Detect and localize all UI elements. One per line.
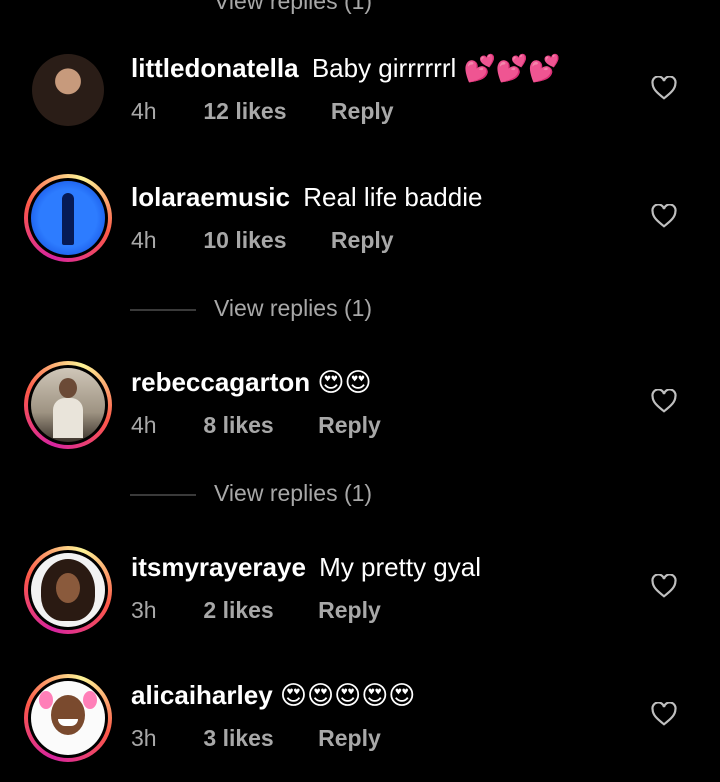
reply-button[interactable]: Reply xyxy=(318,412,381,439)
comment-item: littledonatella Baby girrrrrrl 💕💕💕 4h 12… xyxy=(0,45,720,155)
avatar-image xyxy=(31,181,105,255)
reply-button[interactable]: Reply xyxy=(331,227,394,254)
comment-likes[interactable]: 8 likes xyxy=(203,412,273,439)
comment-time: 3h xyxy=(131,725,157,751)
comment-text: Baby girrrrrrl xyxy=(311,53,457,83)
comment-likes[interactable]: 10 likes xyxy=(203,227,286,254)
comment-username[interactable]: itsmyrayeraye xyxy=(131,552,306,582)
comment-username[interactable]: alicaiharley xyxy=(131,680,273,710)
comment-text: My pretty gyal xyxy=(319,552,481,582)
comment-time: 4h xyxy=(131,412,157,438)
comment-emojis: 💕💕💕 xyxy=(463,54,561,84)
comment-item: itsmyrayeraye My pretty gyal 3h 2 likes … xyxy=(0,544,720,654)
heart-icon[interactable] xyxy=(651,204,677,228)
heart-icon[interactable] xyxy=(651,389,677,413)
heart-icon[interactable] xyxy=(651,574,677,598)
reply-button[interactable]: Reply xyxy=(318,597,381,624)
avatar-alicaiharley[interactable] xyxy=(24,674,112,762)
comment-emojis: 😍😍 xyxy=(317,368,372,398)
view-replies-link[interactable]: View replies (1) xyxy=(130,480,430,510)
heart-icon[interactable] xyxy=(651,76,677,100)
comment-meta: 4h 8 likes Reply xyxy=(131,412,381,439)
comment-line: alicaiharley 😍😍😍😍😍 xyxy=(131,680,415,711)
divider-line xyxy=(130,309,196,311)
view-replies-label: View replies (1) xyxy=(214,480,373,506)
comment-line: lolaraemusic Real life baddie xyxy=(131,182,482,213)
comment-time: 4h xyxy=(131,98,157,124)
avatar-image xyxy=(31,553,105,627)
comment-meta: 3h 2 likes Reply xyxy=(131,597,381,624)
comment-meta: 4h 10 likes Reply xyxy=(131,227,394,254)
view-replies-link[interactable]: View replies (1) xyxy=(130,295,430,325)
view-replies-label: View replies (1) xyxy=(214,295,373,321)
avatar-littledonatella[interactable] xyxy=(24,46,112,134)
comment-line: littledonatella Baby girrrrrrl 💕💕💕 xyxy=(131,53,561,84)
avatar-image xyxy=(31,368,105,442)
avatar-image xyxy=(31,681,105,755)
comment-username[interactable]: littledonatella xyxy=(131,53,299,83)
avatar-itsmyrayeraye[interactable] xyxy=(24,546,112,634)
reply-button[interactable]: Reply xyxy=(331,98,394,125)
avatar-image xyxy=(32,54,104,126)
comment-time: 4h xyxy=(131,227,157,253)
comment-time: 3h xyxy=(131,597,157,623)
reply-button[interactable]: Reply xyxy=(318,725,381,752)
comment-text: Real life baddie xyxy=(303,182,483,212)
comment-emojis: 😍😍😍😍😍 xyxy=(279,681,416,711)
comment-likes[interactable]: 12 likes xyxy=(203,98,286,125)
comment-line: itsmyrayeraye My pretty gyal xyxy=(131,552,481,583)
comment-line: rebeccagarton 😍😍 xyxy=(131,367,372,398)
comment-meta: 4h 12 likes Reply xyxy=(131,98,394,125)
comment-item: alicaiharley 😍😍😍😍😍 3h 3 likes Reply xyxy=(0,672,720,782)
avatar-lolaraemusic[interactable] xyxy=(24,174,112,262)
divider-line xyxy=(130,494,196,496)
comment-username[interactable]: rebeccagarton xyxy=(131,367,310,397)
comment-likes[interactable]: 2 likes xyxy=(203,597,273,624)
figure-silhouette xyxy=(62,193,74,245)
comment-meta: 3h 3 likes Reply xyxy=(131,725,381,752)
comment-item: lolaraemusic Real life baddie 4h 10 like… xyxy=(0,174,720,284)
comment-username[interactable]: lolaraemusic xyxy=(131,182,290,212)
avatar-rebeccagarton[interactable] xyxy=(24,361,112,449)
comment-likes[interactable]: 3 likes xyxy=(203,725,273,752)
heart-icon[interactable] xyxy=(651,702,677,726)
comment-item: rebeccagarton 😍😍 4h 8 likes Reply xyxy=(0,359,720,469)
view-replies-top[interactable]: View replies (1) xyxy=(214,0,372,15)
